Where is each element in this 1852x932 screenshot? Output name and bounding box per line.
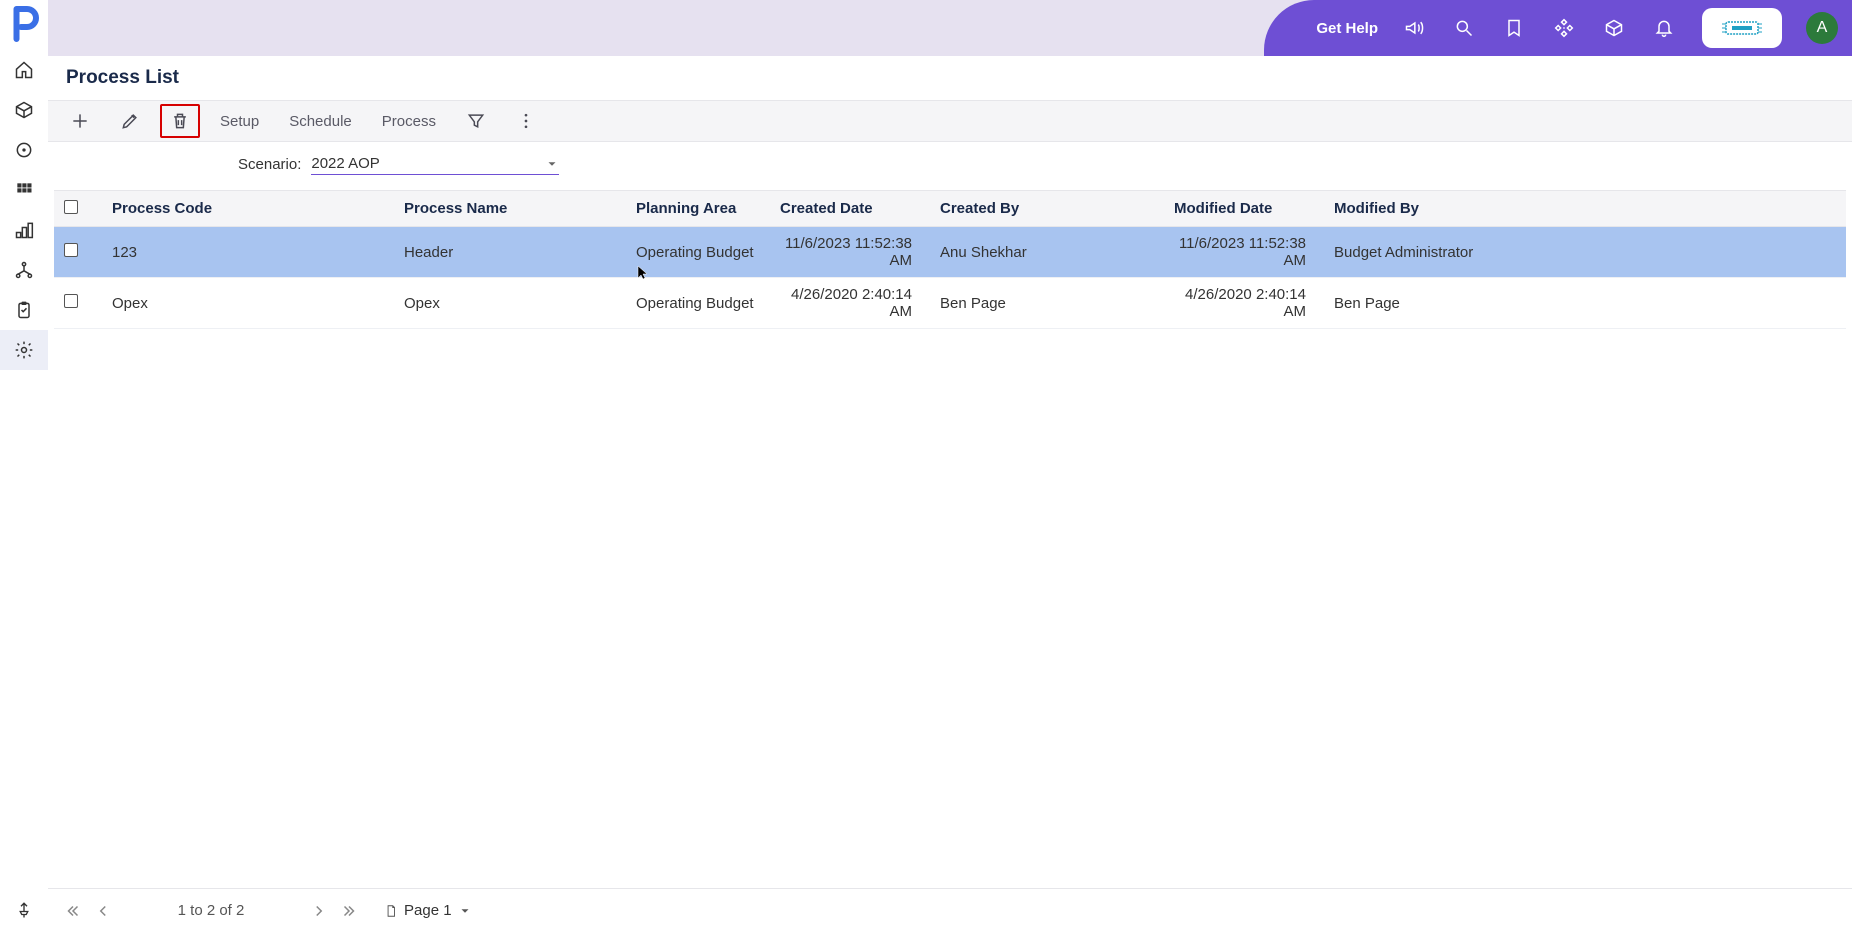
cell-created-by: Anu Shekhar: [930, 227, 1164, 278]
cell-modified-date: 4/26/2020 2:40:14 AM: [1164, 278, 1324, 329]
col-created-date[interactable]: Created Date: [770, 191, 930, 227]
page-select[interactable]: Page 1: [384, 902, 472, 919]
pin-button[interactable]: [0, 888, 48, 932]
page-label: Page 1: [404, 902, 452, 919]
cell-process-code: Opex: [102, 278, 394, 329]
scenario-value: 2022 AOP: [311, 155, 379, 172]
user-avatar[interactable]: A: [1806, 12, 1838, 44]
nav-settings[interactable]: [0, 330, 48, 370]
app-logo[interactable]: [6, 6, 42, 42]
col-modified-date[interactable]: Modified Date: [1164, 191, 1324, 227]
search-icon[interactable]: [1446, 10, 1482, 46]
pager: 1 to 2 of 2 Page 1: [48, 888, 1852, 932]
nav-hierarchy[interactable]: [0, 250, 48, 290]
cell-process-name: Opex: [394, 278, 626, 329]
cell-created-date: 11/6/2023 11:52:38 AM: [770, 227, 930, 278]
col-process-code[interactable]: Process Code: [102, 191, 394, 227]
chevron-down-icon: [458, 904, 472, 918]
col-planning-area[interactable]: Planning Area: [626, 191, 770, 227]
brand-chip[interactable]: [1702, 8, 1782, 48]
cell-process-code: 123: [102, 227, 394, 278]
nav-clipboard[interactable]: [0, 290, 48, 330]
col-created-by[interactable]: Created By: [930, 191, 1164, 227]
nav-home[interactable]: [0, 50, 48, 90]
delete-button[interactable]: [160, 104, 200, 138]
row-checkbox[interactable]: [64, 294, 78, 308]
crosshair-icon[interactable]: [1546, 10, 1582, 46]
nav-apps[interactable]: [0, 170, 48, 210]
process-link[interactable]: Process: [372, 107, 446, 136]
nav-structure[interactable]: [0, 210, 48, 250]
next-page-button[interactable]: [308, 900, 330, 922]
cell-created-date: 4/26/2020 2:40:14 AM: [770, 278, 930, 329]
add-button[interactable]: [60, 104, 100, 138]
col-modified-by[interactable]: Modified By: [1324, 191, 1846, 227]
select-all-checkbox[interactable]: [64, 200, 78, 214]
cell-created-by: Ben Page: [930, 278, 1164, 329]
chevron-down-icon: [545, 157, 559, 171]
package-icon[interactable]: [1596, 10, 1632, 46]
row-checkbox[interactable]: [64, 243, 78, 257]
cell-modified-by: Ben Page: [1324, 278, 1846, 329]
page-icon: [384, 904, 398, 918]
first-page-button[interactable]: [62, 900, 84, 922]
table-row[interactable]: Opex Opex Operating Budget 4/26/2020 2:4…: [54, 278, 1846, 329]
top-header: Get Help: [48, 0, 1852, 56]
cell-modified-date: 11/6/2023 11:52:38 AM: [1164, 227, 1324, 278]
edit-button[interactable]: [110, 104, 150, 138]
scenario-dropdown[interactable]: 2022 AOP: [311, 153, 559, 175]
get-help-link[interactable]: Get Help: [1316, 20, 1378, 37]
more-button[interactable]: [506, 104, 546, 138]
mouse-cursor: [636, 264, 652, 280]
bell-icon[interactable]: [1646, 10, 1682, 46]
pager-range: 1 to 2 of 2: [126, 902, 296, 919]
cell-process-name: Header: [394, 227, 626, 278]
toolbar: Setup Schedule Process: [48, 100, 1852, 142]
scenario-label: Scenario:: [238, 156, 301, 173]
bookmark-icon[interactable]: [1496, 10, 1532, 46]
nav-target[interactable]: [0, 130, 48, 170]
prev-page-button[interactable]: [92, 900, 114, 922]
announcement-icon[interactable]: [1396, 10, 1432, 46]
nav-cube[interactable]: [0, 90, 48, 130]
left-nav: [0, 0, 48, 932]
cell-planning-area: Operating Budget: [626, 278, 770, 329]
setup-link[interactable]: Setup: [210, 107, 269, 136]
page-title: Process List: [66, 67, 179, 89]
last-page-button[interactable]: [338, 900, 360, 922]
schedule-link[interactable]: Schedule: [279, 107, 362, 136]
col-process-name[interactable]: Process Name: [394, 191, 626, 227]
cell-modified-by: Budget Administrator: [1324, 227, 1846, 278]
process-table: Process Code Process Name Planning Area …: [54, 190, 1846, 329]
filter-button[interactable]: [456, 104, 496, 138]
table-row[interactable]: 123 Header Operating Budget 11/6/2023 11…: [54, 227, 1846, 278]
